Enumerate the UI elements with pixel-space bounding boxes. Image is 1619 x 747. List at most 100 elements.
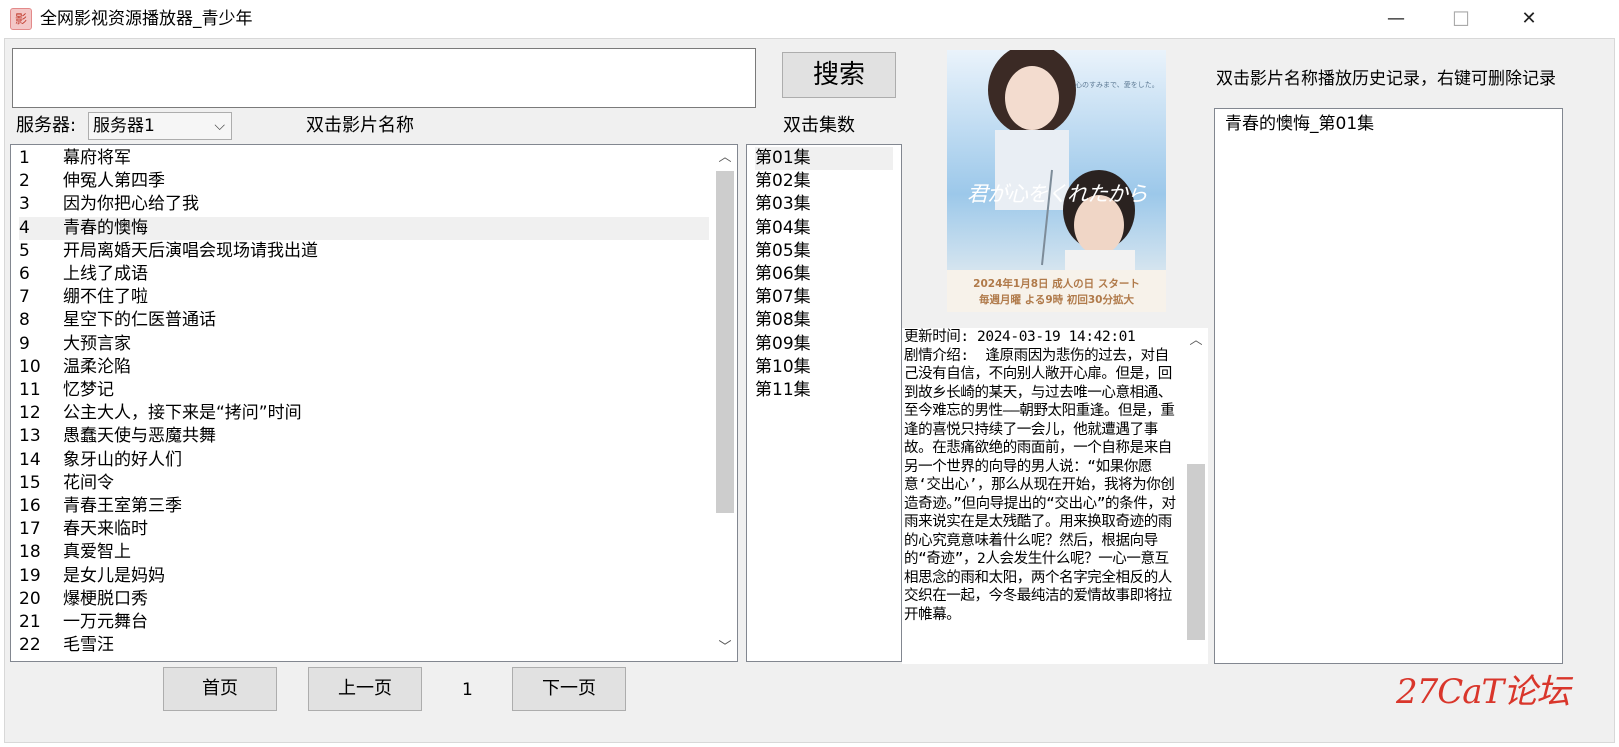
table-row[interactable]: 3 因为你把心给了我	[19, 193, 199, 216]
search-button[interactable]: 搜索	[782, 52, 896, 98]
row-number: 14	[19, 449, 41, 470]
table-row[interactable]: 20 爆梗脱口秀	[19, 588, 148, 611]
table-row[interactable]: 1 幕府将军	[19, 147, 131, 170]
row-number: 22	[19, 635, 41, 656]
table-row[interactable]: 13 愚蠢天使与恶魔共舞	[19, 425, 216, 448]
list-item[interactable]: 第08集	[755, 309, 811, 332]
maximize-icon[interactable]: ☐	[1438, 4, 1484, 34]
history-header: 双击影片名称播放历史记录，右键可删除记录	[1216, 69, 1556, 89]
table-row[interactable]: 17 春天来临时	[19, 518, 148, 541]
close-icon[interactable]: ✕	[1506, 4, 1552, 34]
row-number: 19	[19, 565, 41, 586]
episode-list-header: 双击集数	[783, 115, 855, 136]
scroll-thumb[interactable]	[716, 171, 734, 513]
list-item[interactable]: 第01集	[755, 147, 893, 170]
list-item[interactable]: 青春的懊悔_第01集	[1225, 113, 1374, 136]
row-number: 9	[19, 333, 30, 354]
row-title: 象牙山的好人们	[63, 449, 182, 470]
prev-page-button[interactable]: 上一页	[308, 667, 422, 711]
movie-list[interactable]: 1 幕府将军 2 伸冤人第四季 3 因为你把心给了我 4 青春的懊悔 5 开局离婚天后演唱会现场请…	[10, 144, 738, 662]
row-number: 10	[19, 356, 41, 377]
row-title: 花间令	[63, 472, 114, 493]
row-title: 因为你把心给了我	[63, 194, 199, 215]
description-text: 更新时间: 2024-03-19 14:42:01 剧情介绍: 逢原雨因为悲伤的…	[904, 329, 1176, 623]
minimize-icon[interactable]: —	[1373, 4, 1419, 34]
list-item[interactable]: 第03集	[755, 193, 811, 216]
poster-title: 君が心をくれたから	[967, 182, 1148, 206]
table-row[interactable]: 15 花间令	[19, 472, 114, 495]
row-number: 2	[19, 171, 30, 192]
list-item[interactable]: 第09集	[755, 333, 811, 356]
chevron-down-icon: ⌵	[214, 118, 225, 134]
table-row[interactable]: 21 一万元舞台	[19, 611, 148, 634]
row-title: 绷不住了啦	[63, 287, 148, 308]
row-title: 开局离婚天后演唱会现场请我出道	[63, 240, 318, 261]
window-title: 全网影视资源播放器_青少年	[40, 9, 253, 29]
row-title: 温柔沦陷	[63, 356, 131, 377]
table-row[interactable]: 12 公主大人，接下来是“拷问”时间	[19, 402, 302, 425]
table-row[interactable]: 7 绷不住了啦	[19, 286, 148, 309]
episode-list[interactable]: 第01集 第02集 第03集 第04集 第05集 第06集 第07集 第08集 第09集 第10集…	[746, 144, 902, 662]
movie-list-header: 双击影片名称	[306, 115, 414, 136]
table-row[interactable]: 6 上线了成语	[19, 263, 148, 286]
table-row[interactable]: 5 开局离婚天后演唱会现场请我出道	[19, 240, 318, 263]
scroll-up-icon[interactable]: ︿	[713, 147, 737, 169]
row-number: 7	[19, 287, 30, 308]
table-row[interactable]: 11 忆梦记	[19, 379, 114, 402]
table-row[interactable]: 14 象牙山的好人们	[19, 449, 182, 472]
row-title: 一万元舞台	[63, 612, 148, 632]
table-row[interactable]: 4 青春的懊悔	[19, 216, 709, 240]
search-input[interactable]	[12, 48, 756, 108]
table-row[interactable]: 18 真爱智上	[19, 541, 131, 564]
row-title: 是女儿是妈妈	[63, 565, 165, 586]
table-row[interactable]: 2 伸冤人第四季	[19, 170, 165, 193]
history-list[interactable]: 青春的懊悔_第01集	[1214, 108, 1563, 664]
scroll-down-icon[interactable]: ﹀	[713, 637, 737, 659]
list-item[interactable]: 第02集	[755, 170, 811, 193]
next-page-button[interactable]: 下一页	[512, 667, 626, 711]
row-number: 6	[19, 264, 30, 284]
first-page-button[interactable]: 首页	[163, 667, 277, 711]
row-title: 春天来临时	[63, 519, 148, 540]
row-number: 16	[19, 496, 41, 516]
description-box[interactable]: 更新时间: 2024-03-19 14:42:01 剧情介绍: 逢原雨因为悲伤的…	[902, 328, 1208, 664]
row-title: 真爱智上	[63, 542, 131, 563]
row-number: 15	[19, 472, 41, 493]
row-number: 18	[19, 542, 41, 563]
list-item[interactable]: 第10集	[755, 356, 811, 379]
scroll-thumb[interactable]	[1187, 464, 1205, 640]
row-title: 幕府将军	[63, 148, 131, 168]
list-item[interactable]: 第11集	[755, 379, 811, 402]
app-logo-icon: 影	[10, 8, 32, 30]
row-number: 5	[19, 240, 30, 261]
list-item[interactable]: 第07集	[755, 286, 811, 309]
server-select[interactable]: 服务器1 ⌵	[88, 112, 232, 140]
row-title: 忆梦记	[63, 380, 114, 400]
scroll-up-icon[interactable]: ︿	[1184, 330, 1208, 352]
row-number: 1	[19, 148, 30, 168]
row-title: 青春王室第三季	[63, 496, 182, 516]
list-item[interactable]: 第04集	[755, 217, 811, 240]
table-row[interactable]: 10 温柔沦陷	[19, 356, 131, 379]
table-row[interactable]: 8 星空下的仁医普通话	[19, 309, 216, 332]
row-number: 17	[19, 519, 41, 540]
table-row[interactable]: 9 大预言家	[19, 333, 131, 356]
row-title: 上线了成语	[63, 264, 148, 284]
movie-list-scrollbar[interactable]: ︿ ﹀	[713, 145, 737, 661]
row-number: 21	[19, 612, 41, 632]
row-title: 公主大人，接下来是“拷问”时间	[63, 403, 302, 424]
table-row[interactable]: 19 是女儿是妈妈	[19, 565, 165, 588]
poster-line1: 2024年1月8日 成人の日 スタート	[973, 278, 1140, 290]
row-title: 愚蠢天使与恶魔共舞	[63, 426, 216, 447]
table-row[interactable]: 16 青春王室第三季	[19, 495, 182, 518]
table-row[interactable]: 22 毛雪汪	[19, 634, 114, 657]
description-scrollbar[interactable]: ︿	[1184, 328, 1208, 664]
movie-poster: 心のすみまで、愛をした。 君が心をくれたから 2024年1月8日 成人の日 スタ…	[947, 50, 1166, 312]
row-number: 13	[19, 426, 41, 447]
row-title: 毛雪汪	[63, 635, 114, 656]
server-select-value: 服务器1	[93, 116, 155, 136]
row-number: 11	[19, 380, 41, 400]
list-item[interactable]: 第05集	[755, 240, 811, 263]
list-item[interactable]: 第06集	[755, 263, 811, 286]
row-number: 3	[19, 194, 30, 215]
